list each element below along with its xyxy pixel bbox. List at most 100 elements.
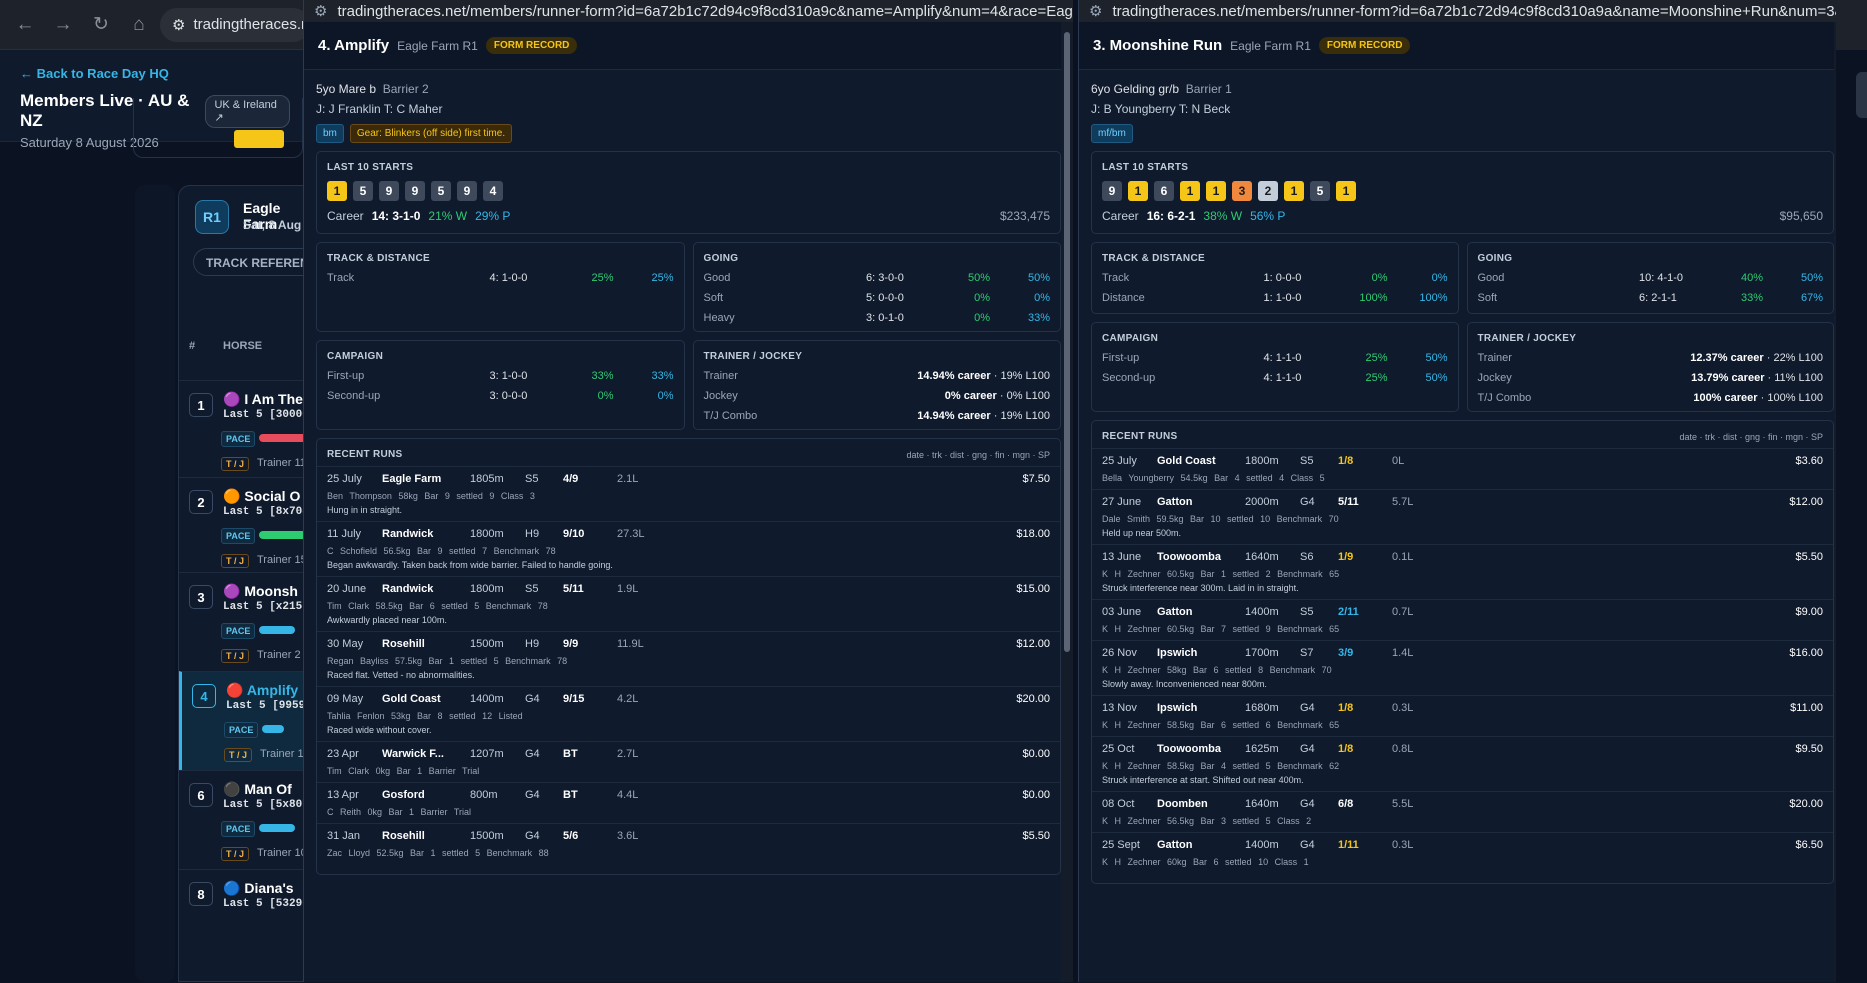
popup-url: tradingtheraces.net/members/runner-form?… [337,2,1073,20]
tj-l100: · 0% L100 [996,390,1050,402]
scrollbar[interactable] [1061,22,1073,982]
stat-place-percent: 33% [651,370,674,382]
home-icon[interactable]: ⌂ [122,8,156,42]
reload-icon[interactable]: ↻ [84,8,118,42]
column-horse: HORSE [223,340,263,352]
run-finish: 3/9 [1338,647,1354,659]
run-comment: Hung in in straight. [327,505,403,515]
recent-run-row[interactable]: 13 Nov Ipswich 1680m G4 1/8 0.3L $11.00 K H Zec… [1092,695,1833,736]
race-card: R1 Eagle Farm Sat, 8 Aug TRACK REFERENCE… [178,185,325,983]
place-percent: 56% P [1250,209,1286,223]
prizemoney: $233,475 [999,209,1050,223]
run-sp: $0.00 [1022,748,1050,760]
stat-win-percent: 0% [597,390,614,402]
run-details: Tim Clark 58.5kg Bar 6 settled 5 Benchma… [327,601,548,611]
recent-run-row[interactable]: 31 Jan Rosehill 1500m G4 5/6 3.6L $5.50 Zac Llo… [317,823,1060,864]
tj-l100: · 19% L100 [990,410,1050,422]
tj-value: 0% career · 0% L100 [877,390,1050,402]
horse-row[interactable]: 8 🔵 Diana's Last 5 [53296 [179,869,311,983]
run-details: Dale Smith 59.5kg Bar 10 settled 10 Benc… [1102,514,1339,524]
run-track: Randwick [382,528,434,540]
run-sp: $9.00 [1795,606,1823,618]
horse-row[interactable]: 3 🟣 Moonsh Last 5 [x2151 PACE T / J Trai… [179,572,311,671]
recent-run-row[interactable]: 13 Apr Gosford 800m G4 BT 4.4L $0.00 C Reith 0k… [317,782,1060,823]
site-info-icon[interactable]: ⚙ [172,16,185,34]
stat-label: Good [703,272,731,284]
run-summary: 31 Jan Rosehill 1500m G4 5/6 3.6L $5.50 [327,830,1050,842]
run-track: Warwick F... [382,748,444,760]
scrollbar-thumb[interactable] [1064,32,1070,652]
tj-l100: · 11% L100 [1764,372,1823,384]
run-track: Rosehill [382,830,425,842]
run-date: 11 July [327,528,362,540]
recent-run-row[interactable]: 08 Oct Doomben 1640m G4 6/8 5.5L $20.00 K H Zec… [1092,791,1833,832]
tj-tag: T / J [221,649,250,663]
recent-run-row[interactable]: 30 May Rosehill 1500m H9 9/9 11.9L $12.00 Regan… [317,631,1060,686]
side-panel-toggle[interactable] [1856,72,1867,118]
tj-tag: T / J [221,847,250,861]
career-summary: Career 14: 3-1-0 21% W 29% P $233,475 [327,209,1050,223]
recent-run-row[interactable]: 23 Apr Warwick F... 1207m G4 BT 2.7L $0.00 Tim … [317,741,1060,782]
campaign-stats: CAMPAIGN First-up 4: 1-1-0 25% 50% Second-up… [1091,322,1459,412]
site-info-icon[interactable]: ⚙ [1089,2,1102,20]
career-summary: Career 16: 6-2-1 38% W 56% P $95,650 [1102,209,1823,223]
start-result: 1 [1206,181,1226,201]
form-record-badge: FORM RECORD [485,37,578,54]
horse-row[interactable]: 6 ⚫ Man Of Last 5 [5x807 PACE T / J Trai… [179,770,311,869]
tj-career: 13.79% career [1691,372,1765,384]
recent-run-row[interactable]: 27 June Gatton 2000m G4 5/11 5.7L $12.00 Dale S… [1092,489,1833,544]
recent-run-row[interactable]: 25 July Eagle Farm 1805m S5 4/9 2.1L $7.50 Ben … [317,466,1060,521]
tj-value: 13.79% career · 11% L100 [1650,372,1823,384]
stat-row: First-up 4: 1-1-0 25% 50% [1102,352,1448,364]
tj-label: Trainer [1477,352,1512,364]
horse-row[interactable]: 2 🟠 Social O Last 5 [8x708 PACE T / J Tr… [179,477,311,572]
run-date: 13 Apr [327,789,359,801]
run-distance: 1800m [1245,455,1279,467]
stat-record: 6: 3-0-0 [866,272,904,284]
tj-text: Trainer 10 [257,847,307,859]
horse-number: 1 [189,393,213,417]
run-summary: 23 Apr Warwick F... 1207m G4 BT 2.7L $0.00 [327,748,1050,760]
forward-arrow-icon[interactable]: → [46,8,80,42]
recent-run-row[interactable]: 09 May Gold Coast 1400m G4 9/15 4.2L $20.00 Tah… [317,686,1060,741]
run-track: Gatton [1157,496,1193,508]
run-margin: 2.1L [617,473,639,485]
recent-run-row[interactable]: 13 June Toowoomba 1640m S6 1/9 0.1L $5.50 K H Z… [1092,544,1833,599]
run-comment: Slowly away. Inconvenienced near 800m. [1102,679,1267,689]
run-margin: 0L [1392,455,1405,467]
back-link[interactable]: ← Back to Race Day HQ [20,66,290,81]
trainer-jockey-stats: TRAINER / JOCKEY Trainer 12.37% career · … [1466,322,1834,412]
back-arrow-icon[interactable]: ← [8,8,42,42]
run-distance: 1500m [470,638,504,650]
start-result: 1 [1128,181,1148,201]
recent-run-row[interactable]: 11 July Randwick 1800m H9 9/10 27.3L $18.00 C S… [317,521,1060,576]
race-strip [133,98,303,158]
horse-row-selected[interactable]: 4 🔴 Amplify Last 5 [99594 PACE T / J Tra… [179,671,312,770]
run-going: S5 [1300,606,1314,618]
recent-run-row[interactable]: 25 Sept Gatton 1400m G4 1/11 0.3L $6.50 K H Zec… [1092,832,1833,873]
run-date: 13 Nov [1102,702,1137,714]
recent-run-row[interactable]: 25 Oct Toowoomba 1625m G4 1/8 0.8L $9.50 K H Ze… [1092,736,1833,791]
run-summary: 13 June Toowoomba 1640m S6 1/9 0.1L $5.50 [1102,551,1823,563]
run-finish: 9/10 [563,528,585,540]
recent-run-row[interactable]: 20 June Randwick 1800m S5 5/11 1.9L $15.00 Tim … [317,576,1060,631]
recent-run-row[interactable]: 03 June Gatton 1400m S5 2/11 0.7L $9.00 K H Zec… [1092,599,1833,640]
run-details: K H Zechner 60.5kg Bar 1 settled 2 Bench… [1102,569,1340,579]
run-going: G4 [1300,702,1315,714]
run-going: S5 [525,583,539,595]
stat-win-percent: 100% [1359,292,1388,304]
recent-run-row[interactable]: 26 Nov Ipswich 1700m S7 3/9 1.4L $16.00 K H Zec… [1092,640,1833,695]
horse-row[interactable]: 1 🟣 I Am The Last 5 [30000 PACE T / J Tr… [179,380,311,477]
run-comment: Awkwardly placed near 100m. [327,615,447,625]
recent-run-row[interactable]: 25 July Gold Coast 1800m S5 1/8 0L $3.60 Bella … [1092,448,1833,489]
runner-body: 5yo Mare b Barrier 2 J: J Franklin T: C … [304,70,1073,875]
run-finish: 1/8 [1338,455,1354,467]
run-sp: $15.00 [1016,583,1050,595]
run-sp: $12.00 [1789,496,1823,508]
address-bar[interactable]: ⚙ tradingtheraces.net [160,7,310,42]
side-panel [135,185,175,982]
stat-place-percent: 0% [657,390,674,402]
tj-text: Trainer 2 [257,649,301,661]
run-sp: $20.00 [1789,798,1823,810]
site-info-icon[interactable]: ⚙ [314,2,327,20]
